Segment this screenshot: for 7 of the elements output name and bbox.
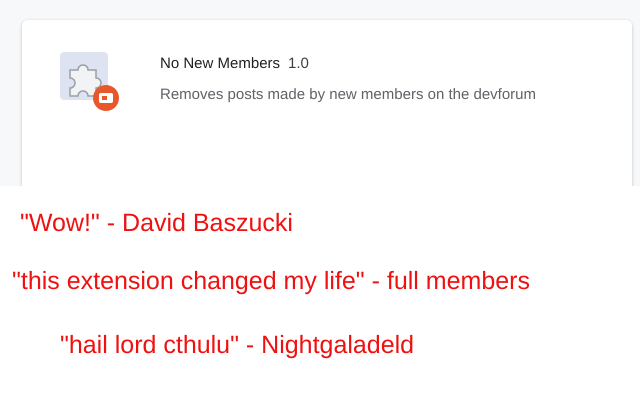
quote-text: "hail lord cthulu" - Nightgaladeld [60,330,416,360]
extension-name: No New Members [160,55,280,72]
extension-description: Removes posts made by new members on the devforum [160,85,536,105]
extension-version: 1.0 [288,55,309,72]
quote-text: "Wow!" - David Baszucki [20,208,294,238]
puzzle-icon [60,52,120,112]
quote-text: "this extension changed my life" - full members [12,266,531,296]
